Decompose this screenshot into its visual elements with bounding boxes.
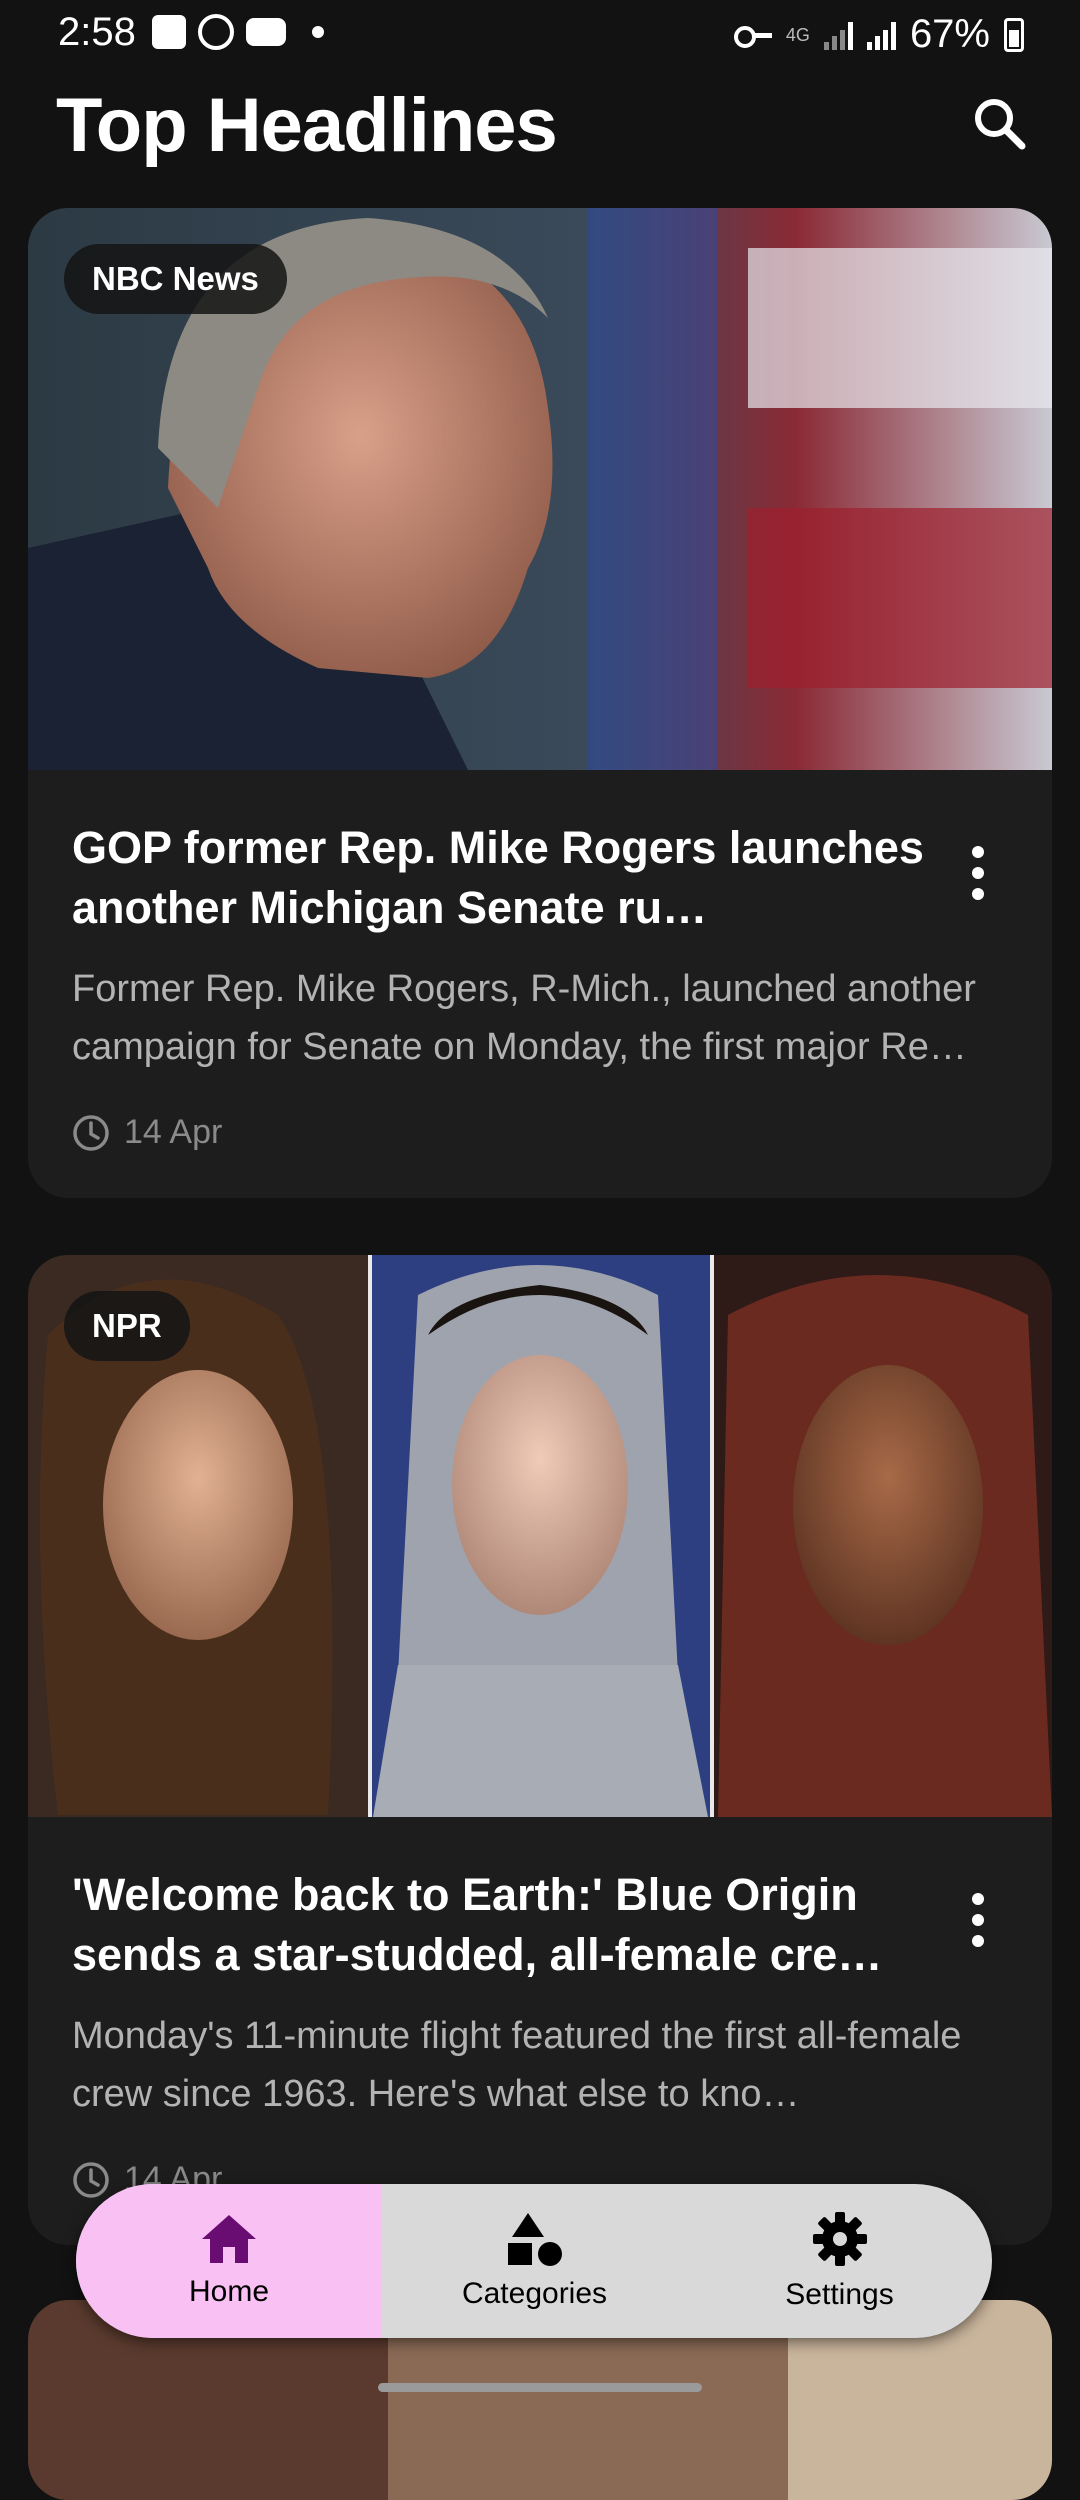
status-bar: 2:58 4G 67%	[0, 0, 1080, 70]
gesture-bar[interactable]	[378, 2383, 702, 2392]
battery-percent: 67%	[909, 12, 990, 56]
vpn-key-icon	[733, 23, 772, 48]
home-icon	[202, 2215, 256, 2263]
battery-icon	[1004, 17, 1024, 52]
nav-settings[interactable]: Settings	[687, 2184, 992, 2338]
nav-categories-label: Categories	[461, 2277, 608, 2310]
nav-home[interactable]: Home	[76, 2184, 382, 2338]
more-options-button[interactable]	[960, 1885, 996, 1955]
article-title: GOP former Rep. Mike Rogers launches ano…	[72, 822, 924, 933]
page-title: Top Headlines	[56, 83, 558, 168]
nav-home-label: Home	[188, 2275, 270, 2308]
status-time: 2:58	[58, 10, 136, 54]
article-description: Former Rep. Mike Rogers, R-Mich., launch…	[72, 968, 976, 1068]
article-description: Monday's 11-minute flight featured the f…	[72, 2015, 962, 2115]
article-image: NPR	[28, 1255, 1052, 1817]
more-options-button[interactable]	[960, 838, 996, 908]
signal-icon-2	[866, 20, 896, 50]
whatsapp-icon	[198, 14, 234, 50]
signal-icon	[823, 20, 853, 50]
search-icon	[975, 99, 1026, 150]
clock-icon	[73, 1114, 109, 1151]
more-notifications-dot-icon	[312, 26, 324, 38]
system-icons: 4G 67%	[733, 12, 1024, 57]
article-card[interactable]: NPR 'Welcome back to Earth:' Blue Origin…	[28, 1255, 1052, 2245]
article-image: NBC News	[28, 208, 1052, 770]
bottom-navigation: Home Categories Settings	[76, 2184, 992, 2338]
source-badge: NPR	[64, 1291, 190, 1361]
article-date-row: 14 Apr	[72, 1113, 222, 1152]
clock-icon	[73, 2161, 109, 2198]
nav-categories[interactable]: Categories	[382, 2184, 687, 2338]
nav-settings-label: Settings	[785, 2278, 894, 2311]
search-button[interactable]	[968, 92, 1032, 156]
gear-icon	[812, 2212, 867, 2266]
article-date: 14 Apr	[124, 1113, 223, 1151]
gallery-icon	[152, 15, 186, 49]
article-card[interactable]: NBC News GOP former Rep. Mike Rogers lau…	[28, 208, 1052, 1198]
more-vert-icon	[972, 846, 984, 858]
categories-icon	[507, 2213, 562, 2266]
youtube-icon	[246, 18, 286, 46]
article-title: 'Welcome back to Earth:' Blue Origin sen…	[72, 1869, 883, 1980]
more-vert-icon	[972, 1893, 984, 1905]
network-type: 4G	[785, 24, 810, 45]
notification-icons	[152, 14, 324, 50]
source-badge: NBC News	[64, 244, 287, 314]
